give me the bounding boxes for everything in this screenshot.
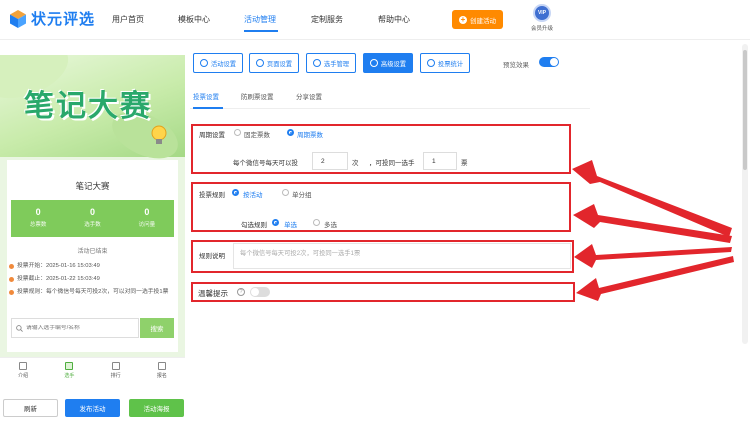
publish-activity-button[interactable]: 发布活动 [65, 399, 120, 417]
vip-upgrade[interactable]: VIP 会员升级 [524, 4, 560, 32]
tab-anti-fraud-settings[interactable]: 防刷票设置 [241, 91, 274, 101]
contestant-management-button[interactable]: 选手管理 [306, 53, 356, 73]
help-icon[interactable]: ? [237, 288, 245, 296]
stat-visits: 0 访问量 [138, 207, 156, 228]
refresh-button[interactable]: 刷新 [3, 399, 58, 417]
votes-unit: 票 [461, 160, 468, 167]
ranking-icon [111, 362, 120, 370]
brand-name: 状元评选 [31, 11, 96, 28]
stat-contestants: 0 选手数 [84, 207, 101, 228]
nav-activity-management[interactable]: 活动管理 [244, 14, 276, 25]
arrow-icon [576, 256, 734, 301]
preview-card-title: 笔记大赛 [75, 181, 110, 191]
nav-home[interactable]: 用户首页 [112, 14, 144, 25]
bullet-icon [9, 277, 14, 282]
nav-templates[interactable]: 模板中心 [178, 14, 210, 25]
tab-contestants[interactable]: 选手 [46, 358, 92, 385]
search-button[interactable]: 搜索 [140, 318, 174, 338]
bullet-icon [9, 290, 14, 295]
vip-upgrade-label: 会员升级 [530, 26, 553, 32]
lightbulb-icon [151, 125, 167, 144]
warm-tip-label: 温馨提示 [198, 289, 228, 298]
info-start-time: 投票开始：2025-01-16 15:03:49 [9, 262, 100, 271]
arrow-icon [573, 204, 732, 243]
activity-poster-button[interactable]: 活动海报 [129, 399, 184, 417]
create-activity-button[interactable]: + 创建活动 [452, 10, 503, 29]
votes-per-day-input[interactable]: 2 [312, 152, 348, 170]
cycle-settings-label: 周期设置 [199, 132, 225, 139]
info-vote-rule: 投票规则：每个微信号每天可投2次，可以对同一选手投1票 [9, 288, 174, 297]
option-by-activity[interactable]: 按活动 [243, 189, 263, 199]
top-navigation: 状元评选 用户首页 模板中心 活动管理 定制服务 帮助中心 + 创建活动 VIP… [0, 0, 750, 40]
tab-intro[interactable]: 介绍 [0, 358, 46, 385]
option-cycle-votes[interactable]: 周期票数 [297, 129, 323, 139]
vote-rule-label: 投票规则 [199, 192, 225, 199]
arrow-icon [574, 244, 732, 268]
nav-help-center[interactable]: 帮助中心 [378, 14, 410, 25]
banner-title: 笔记大赛 [24, 90, 152, 123]
highlight-warm-tip [191, 282, 575, 302]
advanced-settings-button[interactable]: 高级设置 [363, 53, 413, 73]
radio-single-choice[interactable] [272, 219, 279, 226]
rule-description-textarea[interactable]: 每个微信号每天可投2次，可投同一选手1票 [233, 243, 571, 269]
tab-share-settings[interactable]: 分享设置 [296, 91, 322, 101]
mobile-preview: 笔记大赛 笔记大赛 0 总票数 0 选手数 0 访问量 活动已结束 投票开始：2… [0, 55, 185, 360]
radio-fixed-votes[interactable] [234, 129, 241, 136]
bullet-icon [9, 264, 14, 269]
tab-ranking[interactable]: 排行 [93, 358, 139, 385]
vote-statistics-button[interactable]: 投票统计 [420, 53, 470, 73]
votes-per-contestant-input[interactable]: 1 [423, 152, 457, 170]
info-end-time: 投票截止：2025-01-22 15:03:49 [9, 275, 100, 284]
gear-icon [199, 59, 208, 67]
option-single-group[interactable]: 单分组 [292, 189, 312, 199]
option-multi-choice[interactable]: 多选 [324, 219, 337, 229]
cube-logo-icon [10, 9, 26, 28]
contestant-search-input[interactable] [26, 325, 136, 331]
activity-status: 活动已结束 [77, 249, 108, 255]
page-icon [255, 59, 264, 67]
settings-icon [369, 59, 378, 67]
radio-by-activity[interactable] [232, 189, 239, 196]
times-unit: 次 [352, 160, 359, 167]
preview-card: 笔记大赛 0 总票数 0 选手数 0 访问量 活动已结束 投票开始：2025-0… [7, 160, 178, 352]
plus-icon: + [459, 14, 467, 24]
radio-cycle-votes[interactable] [287, 129, 294, 136]
nav-custom-service[interactable]: 定制服务 [311, 14, 343, 25]
arrow-icon [572, 160, 732, 237]
activity-settings-button[interactable]: 活动设置 [193, 53, 243, 73]
preview-effect-toggle[interactable] [539, 57, 559, 67]
vip-badge-icon: VIP [533, 4, 551, 22]
tab-vote-settings[interactable]: 投票设置 [193, 91, 219, 101]
intro-icon [19, 362, 28, 370]
preview-banner: 笔记大赛 [0, 55, 185, 168]
warm-tip-toggle[interactable] [250, 287, 270, 297]
bar-chart-icon [426, 59, 435, 67]
contestant-search[interactable] [11, 318, 139, 338]
subtab-divider [190, 108, 590, 109]
cycle-text-prefix: 每个微信号每天可以投 [233, 160, 298, 167]
brand-logo[interactable]: 状元评选 [8, 8, 95, 29]
stat-total-votes: 0 总票数 [29, 207, 47, 228]
nav-active-indicator [244, 30, 278, 32]
preview-tabbar: 介绍 选手 排行 报名 [0, 357, 185, 385]
option-fixed-votes[interactable]: 固定票数 [244, 129, 270, 139]
signup-icon [157, 362, 166, 370]
stats-bar: 0 总票数 0 选手数 0 访问量 [11, 200, 174, 237]
radio-multi-choice[interactable] [313, 219, 320, 226]
option-single-choice[interactable]: 单选 [284, 219, 297, 229]
scrollbar-thumb[interactable] [743, 50, 747, 170]
users-icon [312, 59, 321, 67]
contestants-icon [65, 362, 74, 370]
subtab-active-indicator [193, 107, 223, 109]
check-rule-label: 勾选规则 [241, 222, 267, 229]
cycle-text-middle: ，可投同一选手 [369, 160, 415, 167]
preview-effect-label: 预览效果 [503, 62, 529, 69]
rule-description-label: 规则说明 [199, 253, 225, 260]
create-activity-label: 创建活动 [470, 17, 496, 25]
tab-signup[interactable]: 报名 [139, 358, 185, 385]
page-settings-button[interactable]: 页面设置 [249, 53, 299, 73]
search-icon [16, 324, 23, 332]
radio-single-group[interactable] [282, 189, 289, 196]
